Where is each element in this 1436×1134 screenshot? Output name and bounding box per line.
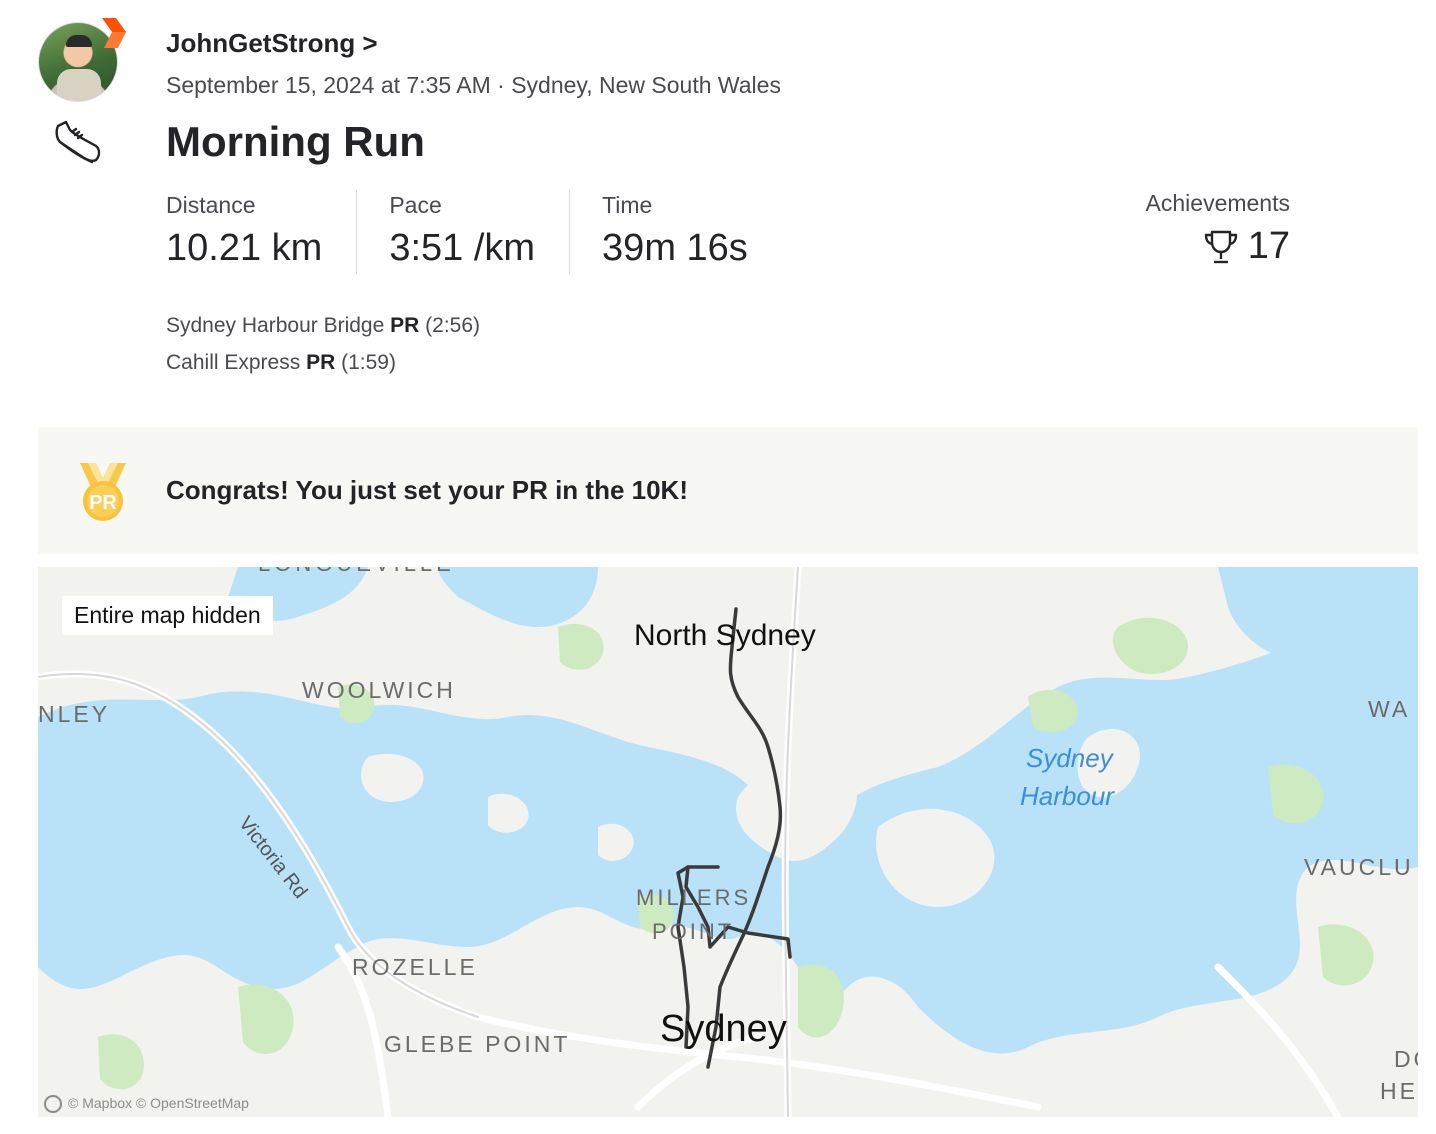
route-map[interactable]: LONGUEVILLE North Sydney WOOLWICH NLEY W… [38, 567, 1418, 1117]
map-label-glebe-point: GLEBE POINT [384, 1031, 570, 1057]
pr-badge: PR [390, 314, 420, 337]
stat-pace: Pace 3:51 /km [389, 190, 571, 274]
achievements-row: 17 [1146, 225, 1290, 268]
segment-name: Sydney Harbour Bridge [166, 314, 385, 337]
activity-date-location: September 15, 2024 at 7:35 AM · Sydney, … [166, 72, 781, 98]
avatar-cap [66, 35, 92, 47]
stat-label: Time [602, 192, 653, 218]
athlete-name-link[interactable]: JohnGetStrong > [166, 28, 378, 59]
stat-time: Time 39m 16s [602, 190, 782, 274]
map-attribution-text: © Mapbox © OpenStreetMap [68, 1094, 249, 1111]
avatar-shirt [57, 69, 101, 101]
pr-medal-icon: PR [80, 463, 126, 521]
map-label-vaucluse: VAUCLU [1304, 854, 1414, 880]
stat-distance: Distance 10.21 km [166, 190, 358, 274]
map-label-sydney: Sydney [660, 1008, 787, 1050]
map-label-longueville: LONGUEVILLE [258, 567, 455, 576]
segment-time: (1:59) [341, 351, 396, 374]
map-attribution[interactable]: © Mapbox © OpenStreetMap [44, 1095, 249, 1113]
mapbox-logo-icon [44, 1095, 62, 1113]
pr-badge: PR [306, 351, 336, 374]
segment-time: (2:56) [425, 314, 481, 337]
map-label-do: DO [1394, 1046, 1418, 1072]
map-label-henley: NLEY [38, 701, 110, 727]
run-shoe-icon [55, 120, 101, 164]
achievements-count: 17 [1247, 225, 1290, 267]
segment-name: Cahill Express [166, 351, 301, 374]
map-canvas: LONGUEVILLE North Sydney WOOLWICH NLEY W… [38, 567, 1418, 1117]
trophy-icon [1204, 230, 1237, 263]
map-label-hei: HEI [1380, 1078, 1418, 1104]
stat-label: Distance [166, 192, 256, 218]
map-label-rozelle: ROZELLE [352, 954, 478, 980]
stat-label: Pace [389, 192, 442, 218]
map-label-woolwich: WOOLWICH [302, 677, 456, 703]
congrats-message: Congrats! You just set your PR in the 10… [166, 475, 688, 505]
activity-title: Morning Run [166, 118, 425, 165]
medal-label: PR [89, 492, 117, 514]
achievements-label: Achievements [1145, 190, 1290, 216]
map-label-north-sydney: North Sydney [634, 619, 816, 652]
segment-pr-row[interactable]: Sydney Harbour Bridge PR (2:56) [166, 314, 480, 338]
stat-value: 39m 16s [602, 227, 748, 269]
stat-value: 10.21 km [166, 227, 323, 269]
map-label-sydney-harbour: Harbour [1020, 781, 1115, 811]
map-label-sydney-harbour: Sydney [1026, 743, 1115, 773]
achievements[interactable]: Achievements 17 [1146, 190, 1290, 268]
map-label-millers-point: MILLERS [636, 885, 751, 910]
stat-value: 3:51 /km [389, 227, 536, 269]
map-label-wa: WA [1368, 696, 1410, 722]
subscriber-badge-icon [102, 18, 126, 48]
map-label-millers-point: POINT [652, 919, 734, 944]
pr-congrats-banner: PR Congrats! You just set your PR in the… [38, 427, 1418, 554]
activity-stats: Distance 10.21 km Pace 3:51 /km Time 39m… [166, 190, 814, 274]
map-hidden-label: Entire map hidden [62, 596, 273, 635]
segment-pr-row[interactable]: Cahill Express PR (1:59) [166, 351, 396, 375]
